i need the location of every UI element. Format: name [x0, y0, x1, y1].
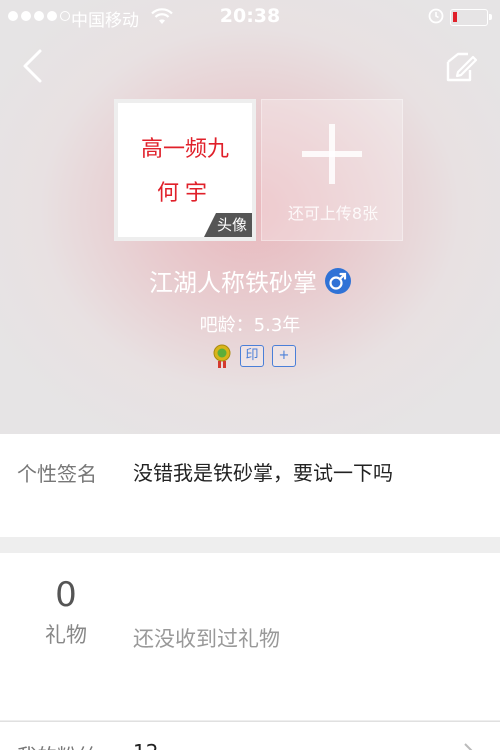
- fans-label: 我的粉丝: [17, 740, 97, 750]
- edit-icon[interactable]: [444, 50, 478, 84]
- signature-label: 个性签名: [17, 462, 97, 486]
- profile-header: 中国移动 20:38 高一频九 何宇 头像 还可上传8张 江湖人称铁砂掌 吧龄：…: [0, 0, 500, 434]
- signature-text: 没错我是铁砂掌，要试一下吗: [133, 461, 393, 485]
- signature-section[interactable]: 个性签名 没错我是铁砂掌，要试一下吗: [0, 434, 500, 537]
- chevron-right-icon: [464, 743, 473, 750]
- medal-icon[interactable]: [212, 343, 232, 369]
- gifts-section[interactable]: 0 礼物 还没收到过礼物: [0, 553, 500, 720]
- username: 江湖人称铁砂掌: [149, 269, 317, 297]
- chevron-left-icon[interactable]: [20, 48, 44, 84]
- badge-add[interactable]: +: [272, 345, 296, 367]
- badge-row: 印 +: [212, 343, 296, 369]
- plus-icon: [302, 124, 362, 184]
- gift-label: 礼物: [45, 623, 87, 647]
- upload-photo-button[interactable]: 还可上传8张: [261, 99, 403, 241]
- avatar-tag: 头像: [204, 213, 252, 237]
- fans-row[interactable]: 我的粉丝 12: [0, 721, 500, 750]
- status-bar: 中国移动 20:38: [0, 0, 500, 34]
- upload-hint: 还可上传8张: [287, 204, 379, 223]
- avatar-text-line1: 高一频九: [140, 137, 229, 162]
- male-gender-icon: [325, 267, 351, 294]
- forum-age: 吧龄：5.3年: [199, 315, 301, 336]
- alarm-icon: [428, 8, 444, 24]
- fans-count: 12: [133, 740, 158, 750]
- battery-icon: [450, 9, 492, 26]
- badge-yin[interactable]: 印: [240, 345, 264, 367]
- gift-count: 0: [55, 575, 77, 615]
- clock: 20:38: [219, 5, 281, 27]
- gift-empty-text: 还没收到过礼物: [133, 627, 280, 651]
- avatar[interactable]: 高一频九 何宇 头像: [114, 99, 256, 241]
- avatar-text-line2: 何宇: [156, 181, 213, 206]
- username-row: 江湖人称铁砂掌: [0, 263, 500, 298]
